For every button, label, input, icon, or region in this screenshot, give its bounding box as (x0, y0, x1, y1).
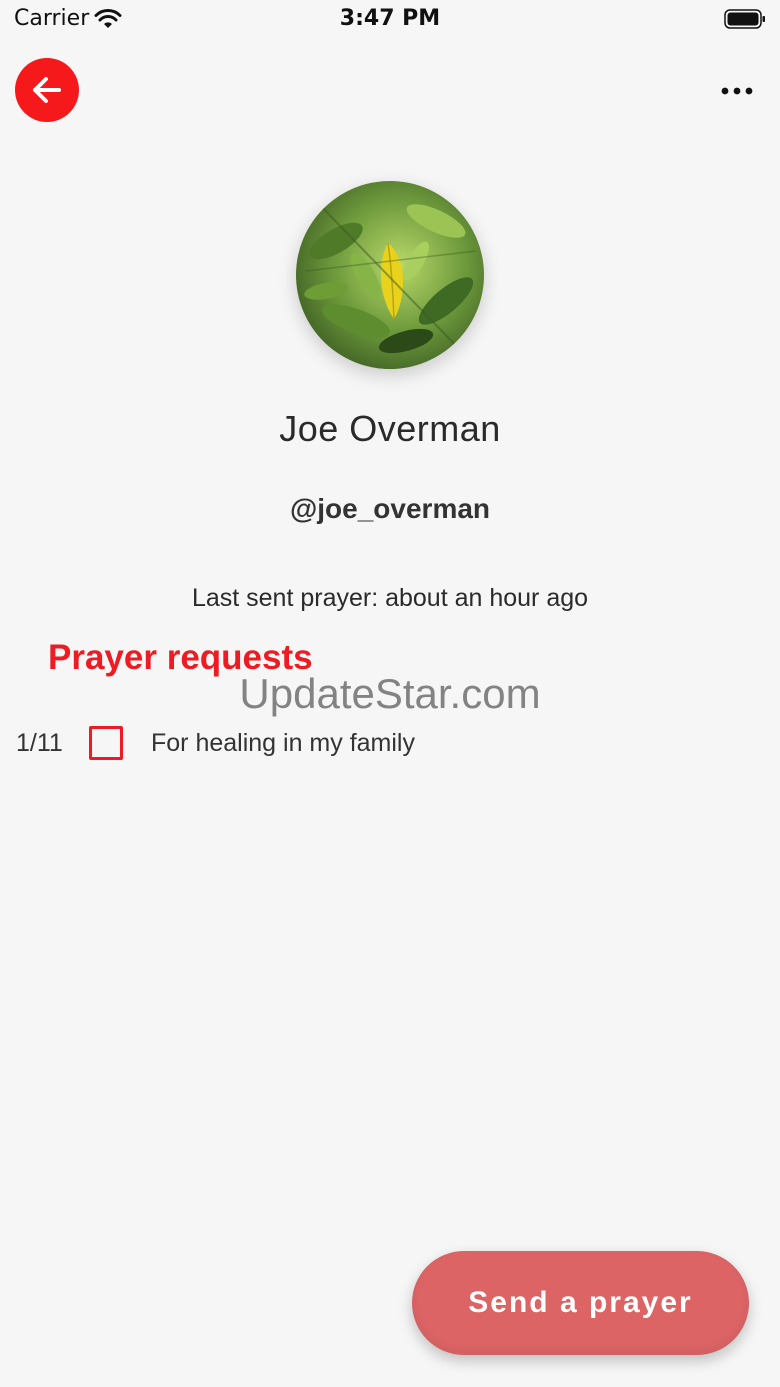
battery-icon (724, 9, 765, 29)
request-checkbox[interactable] (89, 726, 123, 760)
send-prayer-button[interactable]: Send a prayer (412, 1251, 749, 1355)
profile-handle: @joe_overman (289, 493, 491, 524)
status-bar: Carrier 3:47 PM (0, 0, 780, 40)
more-options-button[interactable] (720, 76, 754, 106)
profile-name: Joe Overman (279, 408, 501, 449)
request-text: For healing in my family (151, 729, 415, 757)
profile-screen: Carrier 3:47 PM Joe Overman @joe_overman… (0, 0, 780, 1387)
avatar (296, 181, 484, 369)
arrow-left-icon (33, 77, 61, 103)
status-time: 3:47 PM (339, 6, 441, 31)
list-item: 1/11 For healing in my family (0, 722, 780, 766)
avatar-leaves-image (296, 181, 484, 369)
prayer-requests-title: Prayer requests (48, 638, 313, 677)
more-horizontal-icon (721, 87, 753, 95)
request-count: 1/11 (16, 729, 63, 757)
back-button[interactable] (15, 58, 79, 122)
last-sent-prayer: Last sent prayer: about an hour ago (191, 584, 589, 612)
